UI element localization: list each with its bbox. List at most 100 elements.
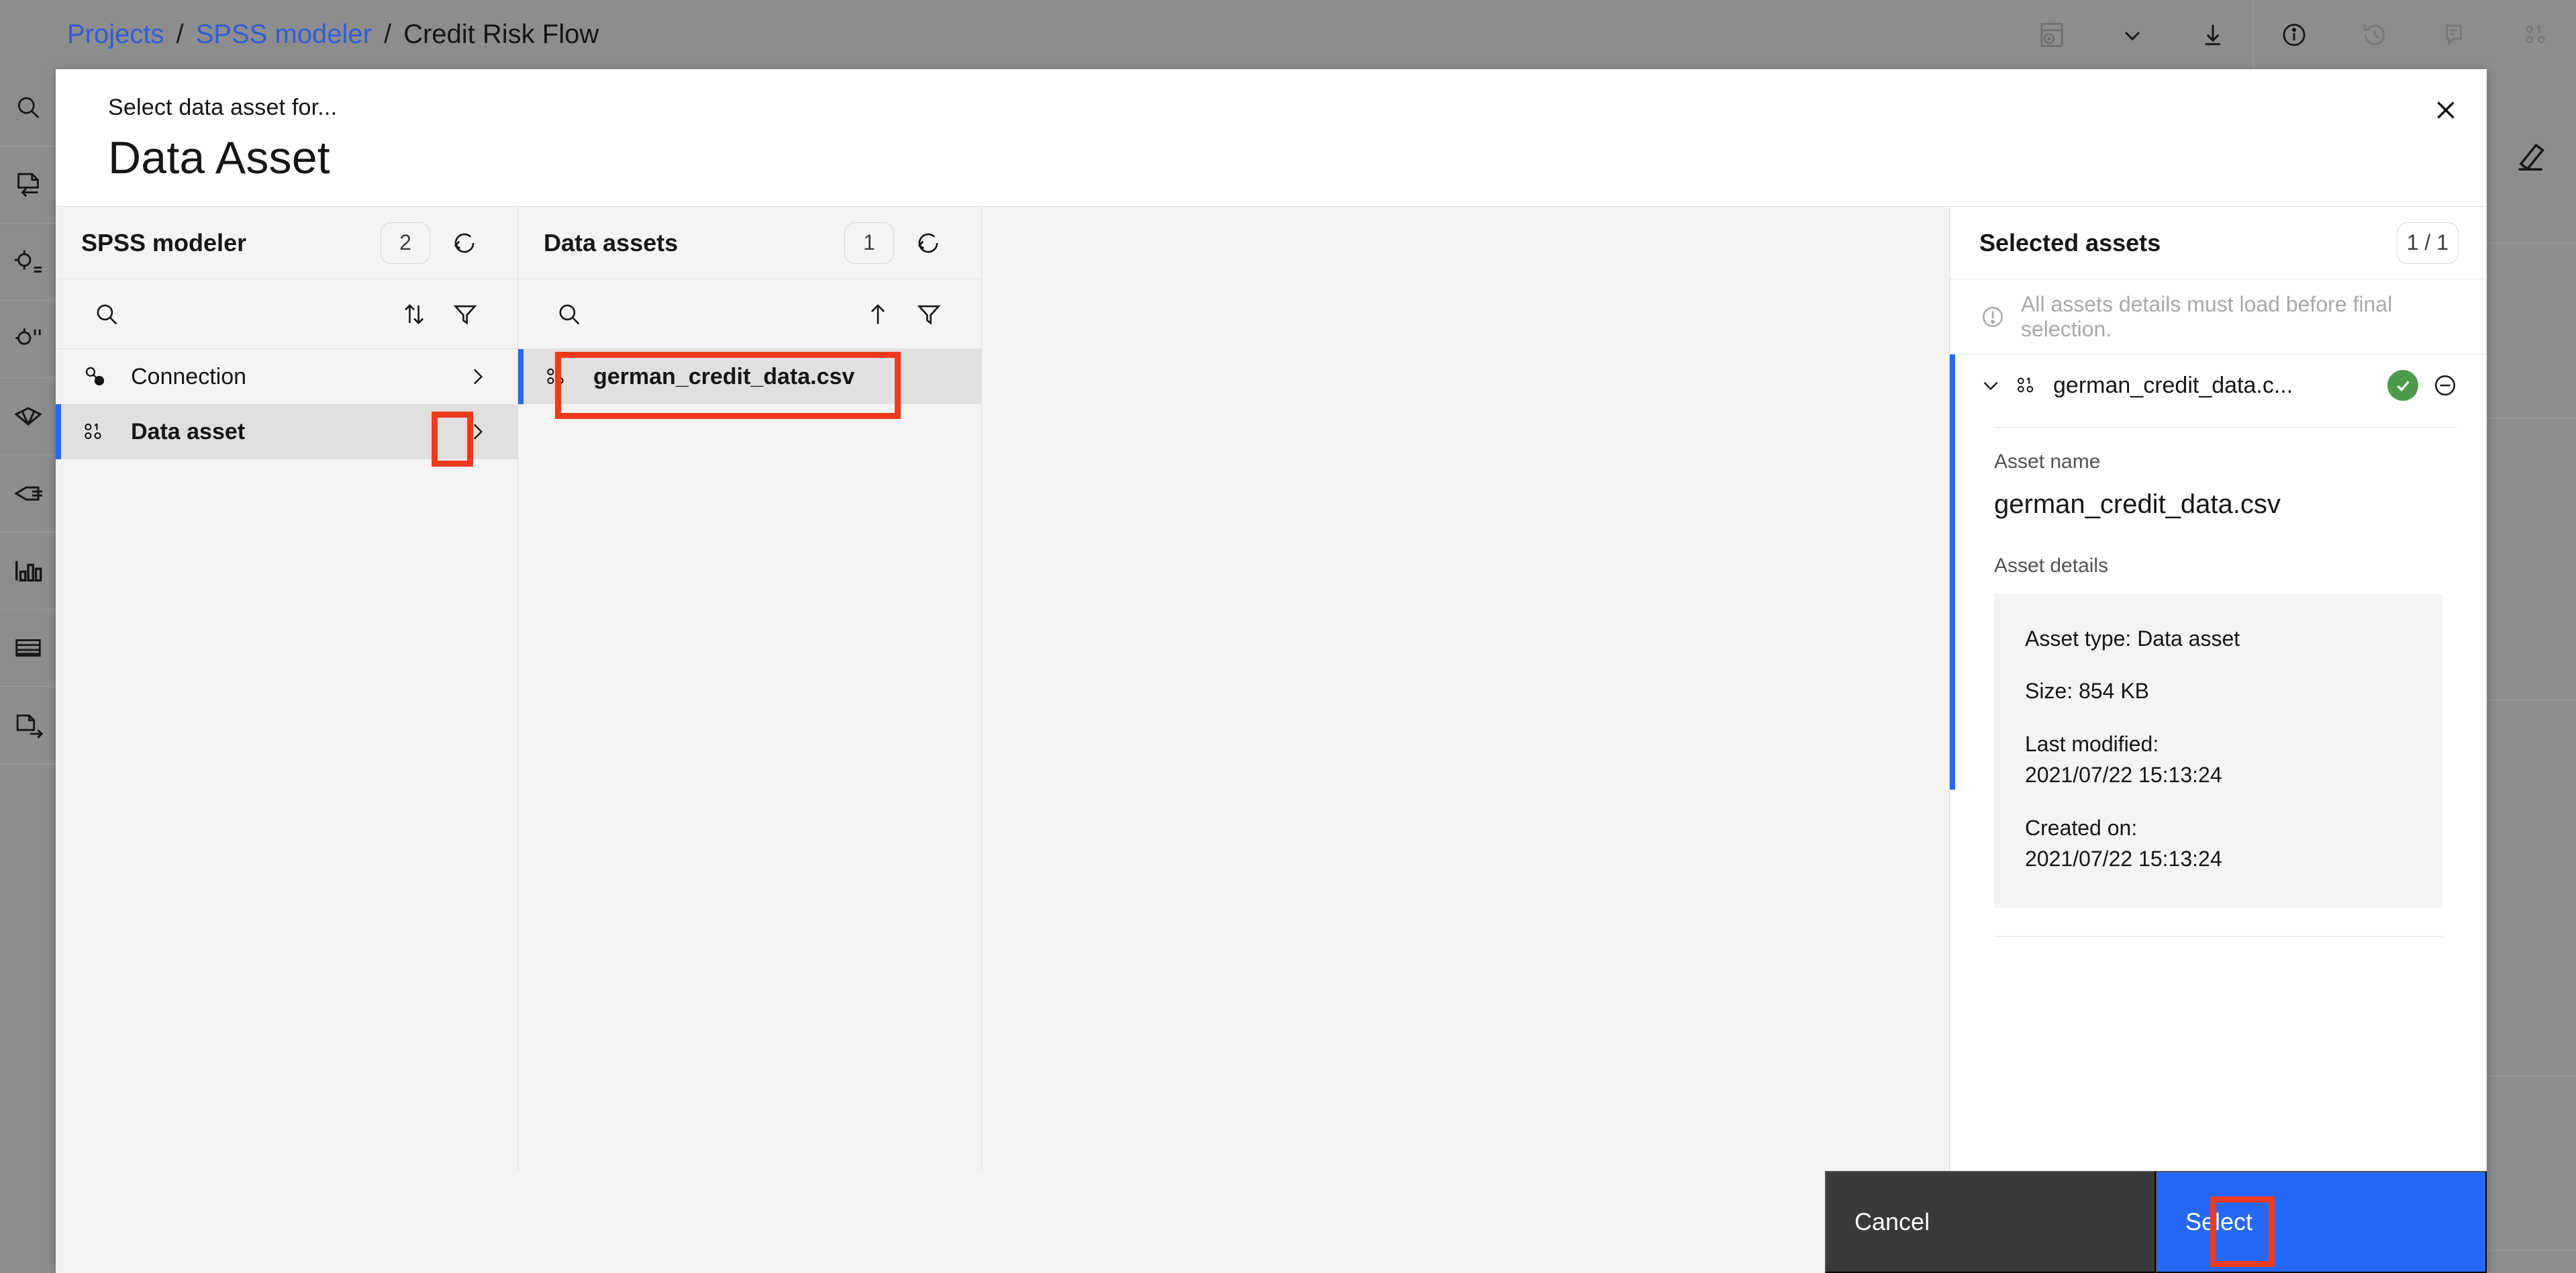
list-item-label: Data asset [131,418,246,444]
selected-asset-name: german_credit_data.c... [2053,372,2293,398]
outputs-icon[interactable] [0,455,56,532]
breadcrumb-spss-modeler[interactable]: SPSS modeler [196,19,372,50]
search-icon[interactable] [81,289,132,340]
created-on-value: 2021/07/22 15:13:24 [2025,846,2222,871]
download-icon[interactable] [2173,0,2253,69]
modal-header: Select data asset for... Data Asset [56,69,2487,206]
data-asset-icon [2016,373,2040,397]
asset-details-box: Asset type: Data asset Size: 854 KB Last… [1994,594,2442,908]
top-toolbar-info-group [2254,0,2576,69]
chevron-right-icon[interactable] [457,420,497,443]
top-toolbar-run-group [2012,0,2253,69]
chevron-right-icon[interactable] [457,365,497,388]
asset-size-line: Size: 854 KB [2025,679,2149,704]
run-flow-icon[interactable] [2012,0,2092,69]
info-icon[interactable] [2254,0,2334,69]
last-modified-line: Last modified: 2021/07/22 15:13:24 [2025,728,2412,791]
column-data-assets: Data assets 1 german_credit_data.csv [518,207,981,1171]
breadcrumb-separator-1: / [176,19,184,49]
selected-assets-title: Selected assets [1979,228,2161,256]
last-modified-value: 2021/07/22 15:13:24 [2025,763,2222,788]
created-on-line: Created on: 2021/07/22 15:13:24 [2025,812,2412,875]
data-asset-icon[interactable] [2495,0,2576,69]
column-spss-modeler: SPSS modeler 2 Connection Data asset [56,207,517,1171]
selected-asset-details: Asset name german_credit_data.csv Asset … [1950,428,2487,937]
cancel-button[interactable]: Cancel [1825,1171,2156,1273]
list-item-data-asset[interactable]: Data asset [56,404,517,459]
warning-circle-icon [1979,303,2006,330]
breadcrumb-projects[interactable]: Projects [67,19,164,50]
search-icon[interactable] [544,289,595,340]
modal-eyebrow: Select data asset for... [108,95,338,120]
column-toolbar [56,279,517,349]
selected-count-badge: 1 / 1 [2396,222,2459,264]
edit-pencil-icon[interactable] [2487,69,2576,244]
record-ops-icon[interactable] [0,224,56,301]
asset-details-label: Asset details [1994,555,2109,577]
right-rail-cell-4[interactable] [2487,700,2576,1076]
import-node-icon[interactable] [0,146,56,224]
sort-up-icon[interactable] [852,289,903,340]
column-header: Data assets 1 [518,207,981,279]
asset-name-label: Asset name [1994,451,2101,473]
page-title: Data Asset [108,132,330,183]
breadcrumb: Projects / SPSS modeler / Credit Risk Fl… [67,19,599,50]
modal-footer: Cancel Select [56,1171,2487,1273]
chevron-down-icon[interactable] [1979,374,2002,397]
modeling-icon[interactable] [0,378,56,455]
data-asset-icon [545,364,581,389]
column-toolbar [518,279,981,349]
breadcrumb-separator-2: / [383,19,392,49]
top-toolbar [2012,0,2576,69]
history-icon[interactable] [2334,0,2415,69]
details-bottom-rule [1994,936,2442,937]
left-palette-rail [0,69,56,1273]
right-tool-rail [2487,69,2576,1273]
list-item-german-credit-data[interactable]: german_credit_data.csv [518,349,981,404]
column-list: Connection Data asset [56,349,517,1171]
column-title: Data assets [544,228,679,256]
select-button[interactable]: Select [2156,1171,2487,1273]
sort-icon[interactable] [389,289,440,340]
refresh-icon[interactable] [438,217,491,269]
panel-selected-assets: Selected assets 1 / 1 All assets details… [1950,207,2487,1171]
last-modified-label: Last modified: [2025,731,2159,756]
data-asset-icon [83,419,119,444]
graphs-icon[interactable] [0,532,56,610]
filter-icon[interactable] [903,289,954,340]
subtract-circle-icon[interactable] [2432,372,2459,399]
list-item-label: Connection [131,363,247,389]
asset-type-line: Asset type: Data asset [2025,626,2240,651]
selection-notice: All assets details must load before fina… [1950,279,2487,355]
created-on-label: Created on: [2025,815,2138,840]
close-icon[interactable] [2405,69,2487,151]
column-list: german_credit_data.csv [518,349,981,1171]
column-title: SPSS modeler [81,228,247,256]
chevron-down-icon[interactable] [2092,0,2173,69]
list-item-label: german_credit_data.csv [593,363,855,389]
check-circle-filled-icon [2387,370,2418,401]
top-breadcrumb-bar: Projects / SPSS modeler / Credit Risk Fl… [0,0,2576,69]
breadcrumb-current-flow: Credit Risk Flow [403,19,599,49]
right-rail-cell-3[interactable] [2487,418,2576,700]
export-node-icon[interactable] [0,687,56,764]
right-rail-cell-5[interactable] [2487,1076,2576,1251]
column-header: SPSS modeler 2 [56,207,517,279]
column-count-badge: 1 [844,222,894,264]
select-data-asset-modal: Select data asset for... Data Asset SPSS… [56,69,2487,1273]
selected-assets-header: Selected assets 1 / 1 [1950,207,2487,279]
selection-notice-text: All assets details must load before fina… [2021,291,2393,341]
selected-asset-row[interactable]: german_credit_data.c... [1950,355,2487,416]
field-ops-icon[interactable] [0,301,56,378]
comment-icon[interactable] [2415,0,2495,69]
selected-asset-card: german_credit_data.c... Asset name germa… [1950,355,2487,937]
column-count-badge: 2 [381,222,430,264]
search-icon[interactable] [0,69,56,146]
right-rail-cell-2[interactable] [2487,244,2576,418]
table-icon[interactable] [0,610,56,687]
list-item-connection[interactable]: Connection [56,349,517,404]
refresh-icon[interactable] [902,217,954,269]
column-empty-preview [982,207,1949,1171]
modal-body: SPSS modeler 2 Connection Data asset Dat… [56,206,2487,1171]
filter-icon[interactable] [440,289,491,340]
